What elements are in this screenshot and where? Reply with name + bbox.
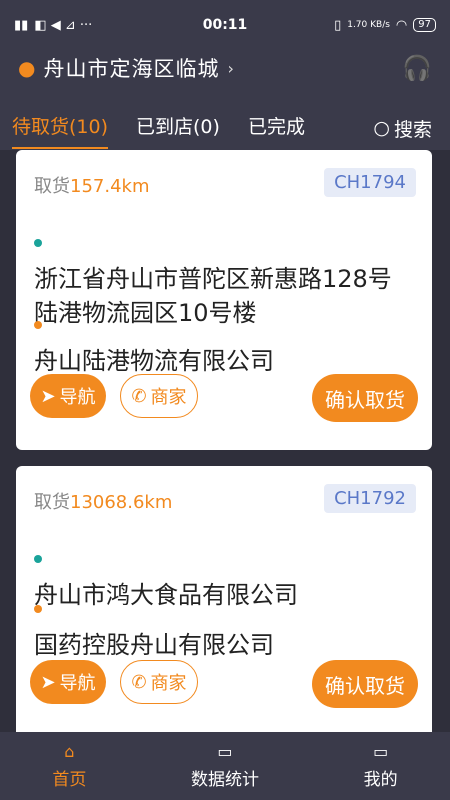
- wifi-icon: ◠: [395, 17, 408, 33]
- merchant-label: 商家: [150, 673, 187, 694]
- notification-icon: ◧ ◀ ⊿ ···: [34, 17, 93, 33]
- profile-icon: ▭: [373, 742, 389, 761]
- destination-dot-icon: [34, 605, 42, 613]
- pickup-distance: 取货13068.6km: [34, 488, 172, 514]
- signal-icon: ▮▮: [14, 17, 29, 33]
- confirm-pickup-button[interactable]: 确认取货: [312, 660, 418, 708]
- nav-home-label: 首页: [52, 770, 87, 790]
- navigate-label: 导航: [59, 673, 96, 694]
- status-bar: ▮▮ ◧ ◀ ⊿ ··· 00:11 ▯ 1.70 KB/s ◠ 97: [0, 0, 450, 50]
- distance-value: 13068.6km: [70, 492, 173, 513]
- nav-profile[interactable]: ▭ 我的: [364, 742, 398, 790]
- search-icon: ○: [373, 117, 390, 139]
- tab-completed[interactable]: 已完成: [248, 112, 305, 145]
- location-pin-icon: ●: [18, 56, 36, 80]
- chart-icon: ▭: [217, 742, 233, 761]
- navigate-label: 导航: [59, 387, 96, 408]
- location-label: 舟山市定海区临城: [43, 57, 220, 81]
- tab-arrived[interactable]: 已到店(0): [136, 112, 220, 145]
- navigate-button[interactable]: ➤ 导航: [30, 374, 106, 418]
- status-time: 00:11: [202, 17, 248, 33]
- search-button[interactable]: ○ 搜索: [373, 115, 432, 142]
- nav-statistics[interactable]: ▭ 数据统计: [191, 742, 259, 790]
- order-card[interactable]: 取货13068.6km CH1792 舟山市鸿大食品有限公司 国药控股舟山有限公…: [16, 466, 432, 732]
- bottom-navigation: ⌂ 首页 ▭ 数据统计 ▭ 我的: [0, 732, 450, 800]
- phone-icon: ✆: [131, 385, 147, 407]
- status-right: ▯ 1.70 KB/s ◠ 97: [334, 18, 436, 33]
- network-speed: 1.70 KB/s: [347, 20, 390, 30]
- merchant-button[interactable]: ✆ 商家: [120, 660, 198, 704]
- navigation-arrow-icon: ➤: [40, 671, 56, 693]
- order-list[interactable]: 取货157.4km CH1794 浙江省舟山市普陀区新惠路128号陆港物流园区1…: [0, 150, 450, 732]
- order-tabs: 待取货(10) 已到店(0) 已完成 ○ 搜索: [0, 108, 450, 149]
- pickup-label: 取货: [34, 176, 70, 197]
- destination-text: 国药控股舟山有限公司: [34, 631, 274, 659]
- navigation-arrow-icon: ➤: [40, 385, 56, 407]
- origin-dot-icon: [34, 555, 42, 563]
- destination-text: 舟山陆港物流有限公司: [34, 347, 274, 375]
- order-card[interactable]: 取货157.4km CH1794 浙江省舟山市普陀区新惠路128号陆港物流园区1…: [16, 150, 432, 450]
- pickup-distance: 取货157.4km: [34, 172, 150, 198]
- home-icon: ⌂: [64, 742, 75, 761]
- merchant-label: 商家: [150, 387, 187, 408]
- distance-value: 157.4km: [70, 176, 150, 197]
- destination: 舟山陆港物流有限公司: [34, 310, 432, 378]
- status-left: ▮▮ ◧ ◀ ⊿ ···: [14, 18, 92, 33]
- destination: 国药控股舟山有限公司: [34, 594, 432, 662]
- order-code-badge: CH1792: [324, 484, 416, 513]
- phone-icon: ✆: [131, 671, 147, 693]
- confirm-pickup-button[interactable]: 确认取货: [312, 374, 418, 422]
- navigate-button[interactable]: ➤ 导航: [30, 660, 106, 704]
- location-selector[interactable]: ● 舟山市定海区临城 › 🎧: [0, 50, 450, 86]
- pickup-label: 取货: [34, 492, 70, 513]
- tab-pending-pickup[interactable]: 待取货(10): [12, 112, 109, 149]
- vibrate-icon: ▯: [334, 17, 342, 33]
- search-label: 搜索: [393, 118, 432, 141]
- nav-profile-label: 我的: [363, 770, 398, 790]
- nav-home[interactable]: ⌂ 首页: [52, 742, 86, 790]
- destination-dot-icon: [34, 321, 42, 329]
- order-code-badge: CH1794: [324, 168, 416, 197]
- merchant-button[interactable]: ✆ 商家: [120, 374, 198, 418]
- chevron-right-icon: ›: [227, 58, 234, 78]
- battery-indicator: 97: [413, 18, 436, 32]
- origin-dot-icon: [34, 239, 42, 247]
- nav-statistics-label: 数据统计: [190, 770, 259, 790]
- headset-support-icon[interactable]: 🎧: [402, 54, 432, 82]
